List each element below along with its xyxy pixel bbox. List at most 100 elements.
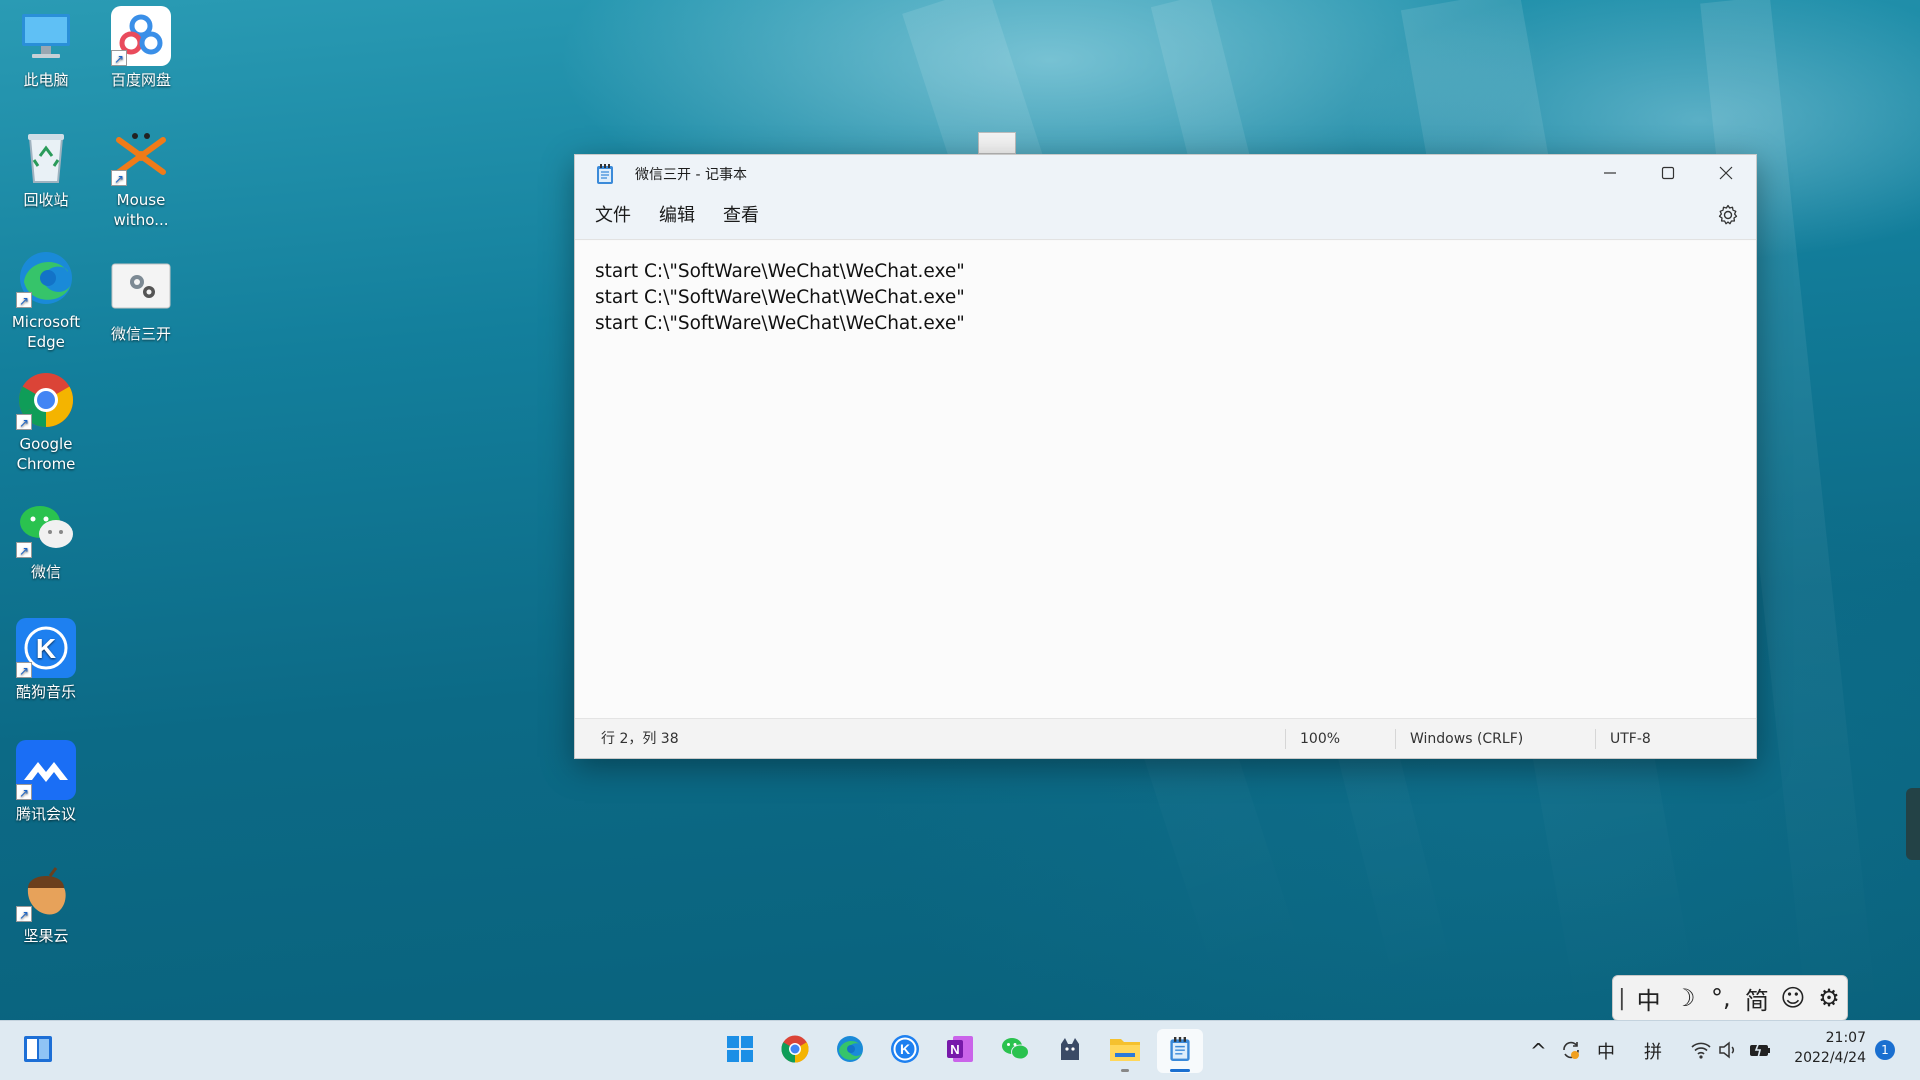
- desktop-icon-tencent-meeting[interactable]: ↗ 腾讯会议: [0, 740, 92, 824]
- taskbar-start[interactable]: [717, 1029, 763, 1073]
- desktop-icon-label: Google Chrome: [16, 435, 76, 473]
- active-indicator: [1170, 1069, 1190, 1072]
- wechat-icon: ↗: [16, 498, 76, 558]
- jianguoyun-icon: ↗: [16, 862, 76, 922]
- taskbar-wechat[interactable]: [992, 1029, 1038, 1073]
- desktop-icon-baidu-netdisk[interactable]: ↗ 百度网盘: [95, 6, 187, 90]
- taskbar-notepad[interactable]: [1157, 1029, 1203, 1073]
- ime-emoji-button[interactable]: ☺: [1775, 984, 1811, 1012]
- desktop-icon-label: 百度网盘: [110, 71, 171, 89]
- zoom-level: 100%: [1300, 731, 1341, 747]
- dragged-file-thumbnail: [978, 132, 1016, 154]
- taskbar-onenote[interactable]: N: [937, 1029, 983, 1073]
- side-widget-handle[interactable]: [1906, 788, 1920, 860]
- status-divider: [1285, 729, 1286, 749]
- ime-simplified-button[interactable]: 简: [1739, 981, 1775, 1016]
- taskbar-chrome[interactable]: [772, 1029, 818, 1073]
- desktop-icon-wechat-multi[interactable]: 微信三开: [95, 260, 187, 344]
- close-button[interactable]: [1697, 155, 1755, 193]
- ime-drag-handle[interactable]: |: [1613, 986, 1631, 1011]
- desktop-icon-label: 微信: [30, 563, 61, 581]
- maximize-button[interactable]: [1639, 155, 1697, 193]
- gear-icon: [1716, 204, 1740, 231]
- shortcut-arrow-icon: ↗: [16, 784, 32, 800]
- desktop-icon-recycle-bin[interactable]: 回收站: [0, 126, 92, 210]
- widgets-icon: [23, 1035, 53, 1067]
- taskbar-cat-app[interactable]: [1047, 1029, 1093, 1073]
- settings-button[interactable]: [1716, 203, 1742, 229]
- edge-icon: ↗: [16, 248, 76, 308]
- ime-chinese-mode-button[interactable]: 中: [1631, 981, 1667, 1016]
- title-bar[interactable]: 微信三开 - 记事本: [575, 155, 1756, 193]
- clock-time: 21:07: [1825, 1030, 1866, 1046]
- notepad-icon: [1168, 1035, 1192, 1067]
- svg-text:K: K: [36, 633, 56, 664]
- desktop-icon-label: 酷狗音乐: [15, 683, 76, 701]
- volume-icon[interactable]: [1718, 1040, 1740, 1064]
- desktop-icon-mouse-without-borders[interactable]: ↗ Mouse witho...: [95, 126, 187, 230]
- desktop-icon-chrome[interactable]: ↗ Google Chrome: [0, 370, 92, 474]
- file-explorer-icon: [1109, 1035, 1141, 1067]
- shortcut-arrow-icon: ↗: [111, 170, 127, 186]
- tencent-meeting-icon: ↗: [16, 740, 76, 800]
- chrome-icon: [780, 1034, 810, 1068]
- ime-settings-button[interactable]: ⚙: [1811, 984, 1847, 1012]
- recycle-bin-icon: [16, 126, 76, 186]
- taskbar-kugou[interactable]: K: [882, 1029, 928, 1073]
- editor-line: start C:\"SoftWare\WeChat\WeChat.exe": [595, 313, 965, 334]
- desktop-icon-label: 微信三开: [110, 325, 171, 343]
- notification-badge[interactable]: 1: [1875, 1040, 1895, 1060]
- menu-file[interactable]: 文件: [581, 199, 645, 233]
- line-ending: Windows (CRLF): [1410, 731, 1524, 747]
- notepad-window[interactable]: 微信三开 - 记事本 文件 编辑 查看 start C:\"SoftWare\W…: [574, 154, 1757, 759]
- shortcut-arrow-icon: ↗: [16, 662, 32, 678]
- notepad-icon: [595, 163, 615, 185]
- start-icon: [726, 1035, 754, 1067]
- tray-ime-mode[interactable]: 拼: [1644, 1038, 1662, 1064]
- desktop-icon-kugou[interactable]: K ↗ 酷狗音乐: [0, 618, 92, 702]
- ime-toolbar: | 中 ☽ °, 简 ☺ ⚙: [1612, 975, 1848, 1021]
- batch-file-icon: [111, 260, 171, 320]
- desktop-icon-edge[interactable]: ↗ Microsoft Edge: [0, 248, 92, 352]
- wechat-icon: [1000, 1034, 1030, 1068]
- computer-icon: [16, 6, 76, 66]
- tray-ime-language[interactable]: 中: [1597, 1038, 1615, 1064]
- desktop-icon-label: 此电脑: [23, 71, 69, 89]
- menu-edit[interactable]: 编辑: [645, 199, 709, 233]
- taskbar-edge[interactable]: [827, 1029, 873, 1073]
- window-title: 微信三开 - 记事本: [635, 167, 747, 183]
- running-indicator: [1121, 1069, 1129, 1072]
- ime-half-width-button[interactable]: ☽: [1667, 984, 1703, 1012]
- text-editor[interactable]: start C:\"SoftWare\WeChat\WeChat.exe" st…: [575, 241, 1756, 718]
- tray-overflow-chevron[interactable]: ^: [1530, 1039, 1547, 1063]
- minimize-button[interactable]: [1581, 155, 1639, 193]
- kugou-icon: K: [890, 1034, 920, 1068]
- editor-line: start C:\"SoftWare\WeChat\WeChat.exe": [595, 287, 965, 308]
- taskbar-file-explorer[interactable]: [1102, 1029, 1148, 1073]
- ime-punctuation-button[interactable]: °,: [1703, 984, 1739, 1012]
- baidu-netdisk-icon: ↗: [111, 6, 171, 66]
- close-icon: [1719, 164, 1733, 185]
- taskbar: K N ^ 中 拼: [0, 1020, 1920, 1080]
- taskbar-clock[interactable]: 21:07 2022/4/24: [1786, 1028, 1866, 1068]
- desktop-icon-label: Microsoft Edge: [11, 313, 81, 351]
- sync-icon[interactable]: [1560, 1039, 1582, 1065]
- wifi-icon[interactable]: [1690, 1040, 1712, 1064]
- battery-icon[interactable]: [1748, 1040, 1772, 1064]
- maximize-icon: [1661, 164, 1675, 185]
- desktop-icon-this-pc[interactable]: 此电脑: [0, 6, 92, 90]
- desktop-icon-label: 坚果云: [23, 927, 69, 945]
- shortcut-arrow-icon: ↗: [16, 906, 32, 922]
- desktop-icon-label: Mouse witho...: [113, 191, 169, 229]
- desktop-icon-wechat[interactable]: ↗ 微信: [0, 498, 92, 582]
- widgets-button[interactable]: [15, 1029, 61, 1073]
- shortcut-arrow-icon: ↗: [16, 542, 32, 558]
- desktop-icon-jianguoyun[interactable]: ↗ 坚果云: [0, 862, 92, 946]
- minimize-icon: [1603, 164, 1617, 185]
- menu-bar: 文件 编辑 查看: [575, 193, 1756, 240]
- menu-view[interactable]: 查看: [709, 199, 773, 233]
- status-bar: 行 2，列 38 100% Windows (CRLF) UTF-8: [575, 718, 1756, 758]
- editor-line: start C:\"SoftWare\WeChat\WeChat.exe": [595, 261, 965, 282]
- cat-app-icon: [1057, 1036, 1083, 1066]
- status-divider: [1395, 729, 1396, 749]
